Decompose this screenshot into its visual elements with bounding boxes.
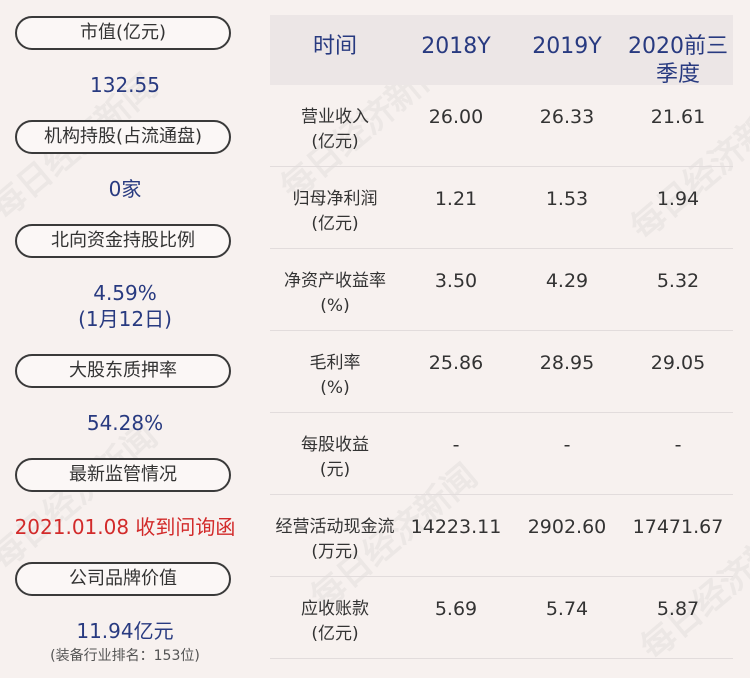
row-label: 应收账款 (亿元) <box>301 599 369 644</box>
table-header: 时间 2018Y 2019Y 2020前三季度 <box>270 15 733 87</box>
row-label: 净资产收益率 (%) <box>284 271 386 316</box>
header-2019: 2019Y <box>532 34 602 59</box>
row-label: 归母净利润 (亿元) <box>292 189 378 234</box>
cell: 28.95 <box>539 352 595 374</box>
cell: 29.05 <box>650 352 706 374</box>
pledge-rate-label: 大股东质押率 <box>15 354 231 388</box>
table-row: 应收账款 (亿元) 5.69 5.74 5.87 <box>270 577 733 659</box>
cell: 5.74 <box>545 598 589 620</box>
cell: 3.50 <box>434 270 478 292</box>
table-row: 经营活动现金流 (万元) 14223.11 2902.60 17471.67 <box>270 495 733 577</box>
cell: - <box>563 434 571 456</box>
cell: 26.33 <box>539 106 595 128</box>
brand-value-label: 公司品牌价值 <box>15 562 231 596</box>
cell: 5.87 <box>656 598 700 620</box>
financial-table: 时间 2018Y 2019Y 2020前三季度 营业收入 (亿元) 26.00 2… <box>270 15 733 659</box>
table-row: 归母净利润 (亿元) 1.21 1.53 1.94 <box>270 167 733 249</box>
cell: 14223.11 <box>410 516 502 538</box>
northbound-ratio-date: (1月12日) <box>78 307 172 331</box>
institution-holding-label: 机构持股(占流通盘) <box>15 120 231 154</box>
row-label: 每股收益 (元) <box>301 435 369 480</box>
brand-rank-note: (装备行业排名：153位) <box>50 648 200 664</box>
regulation-value: 2021.01.08 收到问询函 <box>14 515 236 539</box>
summary-panel: 市值(亿元) 132.55 机构持股(占流通盘) 0家 北向资金持股比例 4.5… <box>0 0 252 678</box>
cell: 4.29 <box>545 270 589 292</box>
header-2020q3: 2020前三季度 <box>628 34 728 87</box>
regulation-label: 最新监管情况 <box>15 458 231 492</box>
header-time: 时间 <box>312 34 357 59</box>
cell: 25.86 <box>428 352 484 374</box>
cell: - <box>674 434 682 456</box>
cell: - <box>452 434 460 456</box>
table-row: 净资产收益率 (%) 3.50 4.29 5.32 <box>270 249 733 331</box>
cell: 5.69 <box>434 598 478 620</box>
cell: 1.94 <box>656 188 700 210</box>
institution-holding-value: 0家 <box>108 177 142 201</box>
market-cap-value: 132.55 <box>90 73 160 97</box>
cell: 5.32 <box>656 270 700 292</box>
table-row: 每股收益 (元) - - - <box>270 413 733 495</box>
pledge-rate-value: 54.28% <box>86 411 164 435</box>
northbound-ratio-value: 4.59% <box>93 281 157 305</box>
row-label: 营业收入 (亿元) <box>301 107 369 152</box>
header-2018: 2018Y <box>421 34 491 59</box>
row-label: 毛利率 (%) <box>309 353 361 398</box>
cell: 2902.60 <box>527 516 607 538</box>
northbound-ratio-label: 北向资金持股比例 <box>15 224 231 258</box>
table-row: 营业收入 (亿元) 26.00 26.33 21.61 <box>270 85 733 167</box>
row-label: 经营活动现金流 (万元) <box>275 517 395 562</box>
cell: 1.53 <box>545 188 589 210</box>
cell: 26.00 <box>428 106 484 128</box>
market-cap-label: 市值(亿元) <box>15 16 231 50</box>
brand-value-value: 11.94亿元 <box>76 619 174 643</box>
cell: 21.61 <box>650 106 706 128</box>
table-row: 毛利率 (%) 25.86 28.95 29.05 <box>270 331 733 413</box>
cell: 17471.67 <box>632 516 724 538</box>
cell: 1.21 <box>434 188 478 210</box>
